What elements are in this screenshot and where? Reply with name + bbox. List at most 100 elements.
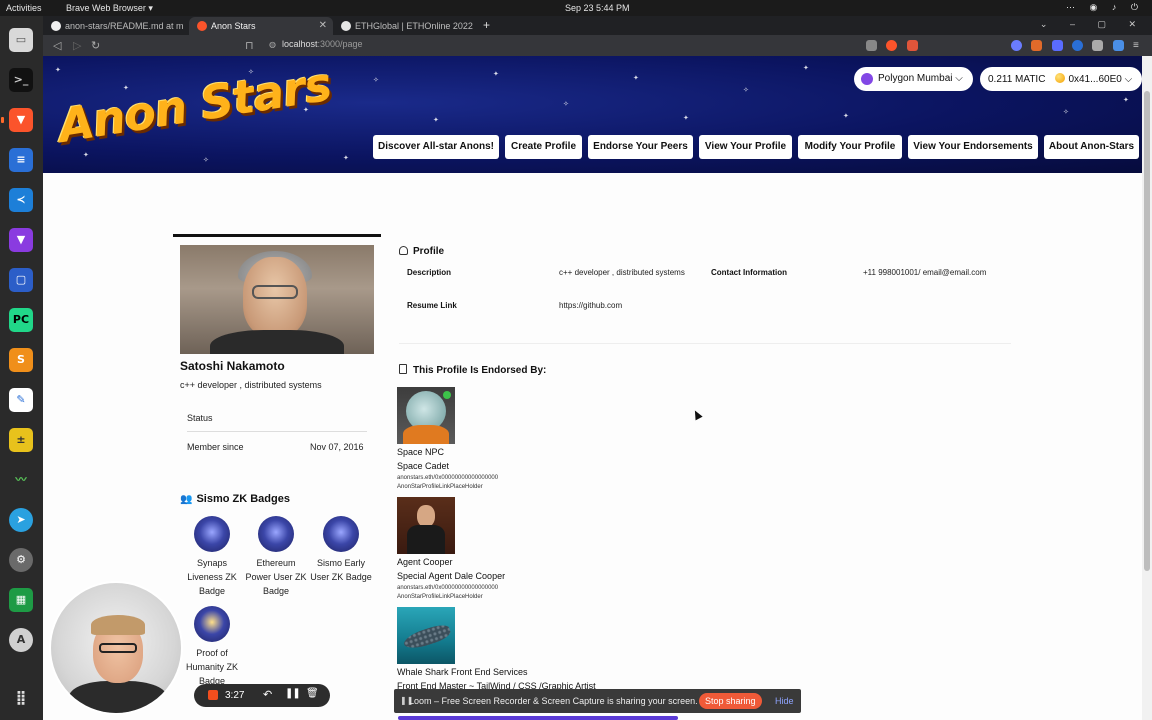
badge-ethereum-power-user[interactable]: Ethereum Power User ZK Badge	[244, 516, 308, 598]
forward-icon[interactable]: ▷	[73, 39, 81, 52]
spreadsheet-icon[interactable]: ▦	[9, 588, 33, 612]
url-field[interactable]: ◍ localhost:3000/page	[269, 39, 363, 49]
hide-button[interactable]: Hide	[775, 696, 794, 706]
settings-icon[interactable]: ⚙	[9, 548, 33, 572]
puzzle-icon[interactable]	[1092, 40, 1104, 52]
endorser-link-ens[interactable]: anonstars.eth/0x00000000000000000	[397, 584, 498, 593]
telegram-icon[interactable]: ➤	[9, 508, 33, 532]
nav-view-endorsements[interactable]: View Your Endorsements	[908, 135, 1038, 159]
app-menu[interactable]: Brave Web Browser ▾	[66, 3, 153, 14]
nav-view-profile[interactable]: View Your Profile	[699, 135, 792, 159]
calculator-icon[interactable]: ±	[9, 428, 33, 452]
star-decoration: ✧	[373, 77, 379, 84]
extension-icon[interactable]	[1051, 40, 1063, 52]
endorser-link-placeholder[interactable]: AnonStarProfileLinkPlaceHolder	[397, 483, 498, 492]
badge-label: Synaps Liveness ZK Badge	[187, 558, 237, 596]
system-clock[interactable]: Sep 23 5:44 PM	[565, 3, 630, 13]
extension-icon[interactable]	[1010, 40, 1022, 52]
endorser-link[interactable]: anonstars.eth/0x00000000000000000 AnonSt…	[397, 474, 498, 492]
contact-value: +11 998001001/ email@email.com	[863, 268, 987, 277]
brave-nightly-icon[interactable]: ▼	[9, 228, 33, 252]
bookmark-icon[interactable]: ⊓	[245, 39, 254, 52]
stop-recording-icon[interactable]	[208, 690, 218, 700]
star-decoration: ✧	[1063, 109, 1069, 116]
star-decoration: ✦	[83, 152, 89, 159]
system-monitor-icon[interactable]: 〰	[9, 468, 33, 492]
loom-camera-bubble[interactable]	[49, 581, 183, 715]
anon-stars-logo[interactable]: Anon Stars	[54, 57, 334, 153]
text-editor-icon[interactable]: ✎	[9, 388, 33, 412]
nav-about[interactable]: About Anon-Stars	[1044, 135, 1139, 159]
tab-label: anon-stars/README.md at m	[65, 21, 184, 31]
brave-rewards-icon[interactable]	[906, 40, 918, 52]
badge-sismo-early-user[interactable]: Sismo Early User ZK Badge	[309, 516, 373, 584]
restart-icon[interactable]: ↶	[263, 688, 272, 701]
endorser-link-placeholder[interactable]: AnonStarProfileLinkPlaceHolder	[397, 593, 498, 602]
site-info-icon[interactable]: ◍	[269, 40, 276, 49]
profile-icon[interactable]	[1112, 40, 1124, 52]
stop-sharing-button[interactable]: Stop sharing	[699, 693, 762, 709]
media-icon[interactable]	[865, 40, 877, 52]
brave-shields-icon[interactable]	[886, 40, 898, 52]
brave-icon[interactable]: ▼	[1, 108, 33, 132]
extension-icons: ≡	[860, 38, 1144, 52]
software-updater-icon[interactable]: A	[9, 628, 33, 652]
badges-title: 👥 Sismo ZK Badges	[180, 493, 290, 505]
pause-icon[interactable]: ❚❚	[285, 688, 301, 699]
endorser-avatar[interactable]	[397, 497, 455, 554]
back-icon[interactable]: ◁	[53, 39, 61, 52]
menu-icon[interactable]: ≡	[1133, 40, 1144, 51]
page-scrollbar[interactable]	[1142, 56, 1152, 720]
tab-label: Anon Stars	[211, 21, 256, 31]
sublime-icon[interactable]: S	[9, 348, 33, 372]
trash-icon[interactable]: 🗑	[306, 688, 319, 699]
resume-link[interactable]: https://github.com	[559, 300, 622, 312]
wallet-balance: 0.211 MATIC	[988, 74, 1046, 85]
endorser-name: Space NPC	[397, 447, 445, 457]
tab-anon-stars[interactable]: Anon Stars ✕	[189, 17, 333, 35]
activities-button[interactable]: Activities	[6, 3, 42, 13]
profile-name: Satoshi Nakamoto	[180, 359, 285, 373]
github-icon	[51, 21, 61, 31]
show-apps-icon[interactable]: ⣿	[9, 686, 33, 710]
network-label: Polygon Mumbai ⌵	[878, 73, 963, 84]
close-tab-icon[interactable]: ✕	[319, 20, 327, 31]
endorser-avatar[interactable]	[397, 607, 455, 664]
writer-icon[interactable]: ≡	[9, 148, 33, 172]
badge-proof-of-humanity[interactable]: Proof of Humanity ZK Badge	[180, 606, 244, 688]
reload-icon[interactable]: ↻	[91, 39, 100, 52]
network-selector[interactable]: Polygon Mumbai ⌵	[854, 67, 973, 91]
badge-label: Sismo Early User ZK Badge	[310, 558, 372, 582]
screenshot-icon[interactable]: ▢	[9, 268, 33, 292]
tab-github-readme[interactable]: anon-stars/README.md at m	[43, 17, 189, 35]
endorser-avatar[interactable]	[397, 387, 455, 444]
files-icon[interactable]: ▭	[9, 28, 33, 52]
nav-endorse-peers[interactable]: Endorse Your Peers	[588, 135, 693, 159]
nav-create-profile[interactable]: Create Profile	[505, 135, 582, 159]
extension-icon[interactable]	[1071, 40, 1083, 52]
scrollbar-thumb[interactable]	[1144, 91, 1150, 571]
person-icon	[399, 246, 408, 255]
badge-icon	[194, 606, 230, 642]
vscode-icon[interactable]: ≺	[9, 188, 33, 212]
endorser-link-ens[interactable]: anonstars.eth/0x00000000000000000	[397, 474, 498, 483]
resume-label: Resume Link	[407, 301, 457, 310]
window-controls[interactable]: ⌄ – ▢ ✕	[1040, 19, 1146, 30]
system-top-bar: Activities Brave Web Browser ▾ Sep 23 5:…	[0, 0, 1152, 16]
badge-synaps[interactable]: Synaps Liveness ZK Badge	[180, 516, 244, 598]
terminal-icon[interactable]: >_	[9, 68, 33, 92]
star-decoration: ✦	[683, 115, 689, 122]
new-tab-button[interactable]: +	[483, 18, 490, 32]
metamask-icon[interactable]	[1031, 40, 1043, 52]
endorser-link[interactable]: anonstars.eth/0x00000000000000000 AnonSt…	[397, 584, 498, 602]
badge-icon	[194, 516, 230, 552]
url-path: :3000/page	[317, 39, 363, 49]
nav-modify-profile[interactable]: Modify Your Profile	[798, 135, 902, 159]
system-tray[interactable]: ⋯ ◉ ♪ ⏻	[1066, 2, 1144, 13]
wallet-button[interactable]: 0.211 MATIC 0x41...60E0 ⌵	[980, 67, 1142, 91]
nav-discover[interactable]: Discover All-star Anons!	[373, 135, 499, 159]
pycharm-icon[interactable]: PC	[9, 308, 33, 332]
tab-ethglobal[interactable]: ETHGlobal | ETHOnline 2022	[333, 17, 479, 35]
ethglobal-icon	[341, 21, 351, 31]
star-decoration: ✦	[633, 75, 639, 82]
